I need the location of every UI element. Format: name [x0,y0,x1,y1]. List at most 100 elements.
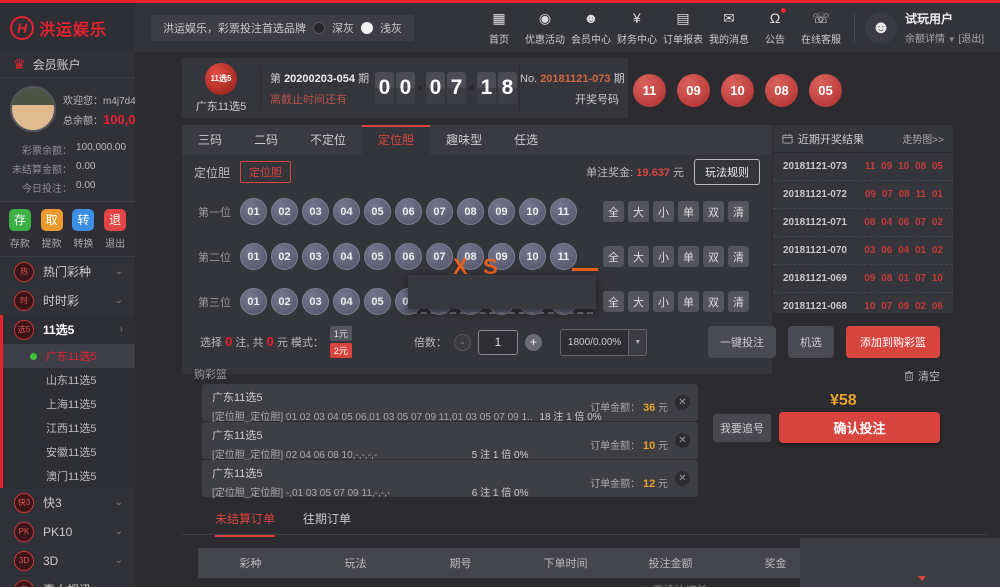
menu-item-11x5[interactable]: 选5 11选5 › [3,315,135,344]
number-ball[interactable]: 04 [333,288,360,315]
play-tab[interactable]: 任选 [498,125,554,155]
nav-item[interactable]: ✉ 我的消息 [706,10,752,46]
submenu-item[interactable]: 澳门11选5 [3,464,135,488]
number-ball[interactable]: 10 [519,198,546,225]
number-ball[interactable]: 01 [240,243,267,270]
menu-item[interactable]: 3D 3D ⌄ [0,546,135,575]
dark-theme-dot[interactable] [313,22,325,34]
order-tab[interactable]: 未结算订单 [215,510,275,537]
number-ball[interactable]: 04 [333,243,360,270]
number-ball[interactable]: 01 [240,288,267,315]
wallet-action[interactable]: 取 提款 [41,209,63,250]
nav-item[interactable]: ¥ 财务中心 [614,10,660,46]
nav-item[interactable]: ▦ 首页 [476,10,522,46]
wallet-action[interactable]: 存 存款 [9,209,31,250]
number-ball[interactable]: 05 [364,288,391,315]
number-ball[interactable]: 09 [488,198,515,225]
quick-select-button[interactable]: 单 [678,201,699,222]
quick-select-button[interactable]: 双 [703,246,724,267]
order-tab[interactable]: 往期订单 [303,510,351,537]
play-chip[interactable]: 定位胆 [240,161,291,183]
number-ball[interactable]: 11 [550,198,577,225]
menu-item[interactable]: 快3 快3 ⌄ [0,488,135,517]
rebate-select[interactable]: 1800/0.00% ▼ [560,329,647,356]
number-ball[interactable]: 02 [271,288,298,315]
nav-item[interactable]: ☏ 在线客服 [798,10,844,46]
number-ball[interactable]: 07 [426,198,453,225]
number-ball[interactable]: 03 [302,243,329,270]
submenu-item[interactable]: 上海11选5 [3,392,135,416]
trend-chart-link[interactable]: 走势图>> [902,131,944,146]
quick-select-button[interactable]: 单 [678,246,699,267]
logo[interactable]: H 洪运娱乐 [0,3,135,52]
light-theme-dot[interactable] [361,22,373,34]
balance-detail-link[interactable]: 余额详情 [905,34,945,45]
number-ball[interactable]: 06 [395,198,422,225]
quick-select-button[interactable]: 清 [728,291,749,312]
quick-select-button[interactable]: 全 [603,291,624,312]
chevron-down-icon[interactable]: ▼ [948,35,956,44]
menu-item[interactable]: 时 时时彩 ⌄ [0,286,135,315]
quick-select-button[interactable]: 全 [603,201,624,222]
number-ball[interactable]: 11 [550,243,577,270]
quick-select-button[interactable]: 双 [703,201,724,222]
quick-select-button[interactable]: 大 [628,291,649,312]
number-ball[interactable]: 07 [426,243,453,270]
number-ball[interactable]: 04 [333,198,360,225]
quick-select-button[interactable]: 清 [728,246,749,267]
number-ball[interactable]: 05 [364,198,391,225]
quick-select-button[interactable]: 全 [603,246,624,267]
quick-bet-button[interactable]: 一键投注 [708,326,776,358]
nav-item[interactable]: ▤ 订单报表 [660,10,706,46]
chase-number-button[interactable]: 我要追号 [713,414,771,442]
nav-item[interactable]: ◉ 优惠活动 [522,10,568,46]
play-tab[interactable]: 不定位 [294,125,362,155]
number-ball[interactable]: 08 [457,198,484,225]
header-avatar[interactable]: ☻ [865,12,897,44]
random-pick-button[interactable]: 机选 [788,326,834,358]
quick-select-button[interactable]: 小 [653,291,674,312]
submenu-item[interactable]: 江西11选5 [3,416,135,440]
number-ball[interactable]: 03 [302,288,329,315]
number-ball[interactable]: 06 [395,243,422,270]
quick-select-button[interactable]: 大 [628,246,649,267]
quick-select-button[interactable]: 大 [628,201,649,222]
menu-item[interactable]: 真 真人视讯 [0,575,135,587]
number-ball[interactable]: 03 [302,198,329,225]
multiplier-input[interactable] [478,330,518,355]
play-tab[interactable]: 二码 [238,125,294,155]
dark-theme-label[interactable]: 深灰 [332,20,354,36]
play-tab[interactable]: 三码 [182,125,238,155]
wallet-action[interactable]: 退 退出 [104,209,126,250]
mode-1yuan-badge[interactable]: 1元 [330,326,352,341]
mode-2yuan-badge[interactable]: 2元 [330,343,352,358]
light-theme-label[interactable]: 浅灰 [380,20,402,36]
number-ball[interactable]: 02 [271,198,298,225]
wallet-action[interactable]: 转 转换 [72,209,94,250]
menu-item[interactable]: PK PK10 ⌄ [0,517,135,546]
multiplier-plus-button[interactable]: + [525,334,542,351]
clear-basket-button[interactable]: 清空 [904,368,940,384]
quick-select-button[interactable]: 小 [653,201,674,222]
quick-select-button[interactable]: 双 [703,291,724,312]
remove-item-button[interactable]: ✕ [675,433,690,448]
multiplier-minus-button[interactable]: - [454,334,471,351]
number-ball[interactable]: 10 [519,243,546,270]
quick-select-button[interactable]: 清 [728,201,749,222]
number-ball[interactable]: 05 [364,243,391,270]
nav-item[interactable]: ☻ 会员中心 [568,10,614,46]
submenu-item[interactable]: 广东11选5 [3,344,135,368]
remove-item-button[interactable]: ✕ [675,395,690,410]
number-ball[interactable]: 02 [271,243,298,270]
menu-item[interactable]: 热 热门彩种 ⌄ [0,257,135,286]
submenu-item[interactable]: 山东11选5 [3,368,135,392]
submenu-item[interactable]: 安徽11选5 [3,440,135,464]
play-tab[interactable]: 定位胆 [362,125,430,155]
rules-button[interactable]: 玩法规则 [694,159,760,185]
quick-select-button[interactable]: 小 [653,246,674,267]
nav-item[interactable]: Ω 公告 [752,10,798,46]
confirm-bet-button[interactable]: 确认投注 [779,412,940,443]
logout-link[interactable]: [退出] [958,34,984,45]
add-to-basket-button[interactable]: 添加到购彩篮 [846,326,940,358]
quick-select-button[interactable]: 单 [678,291,699,312]
